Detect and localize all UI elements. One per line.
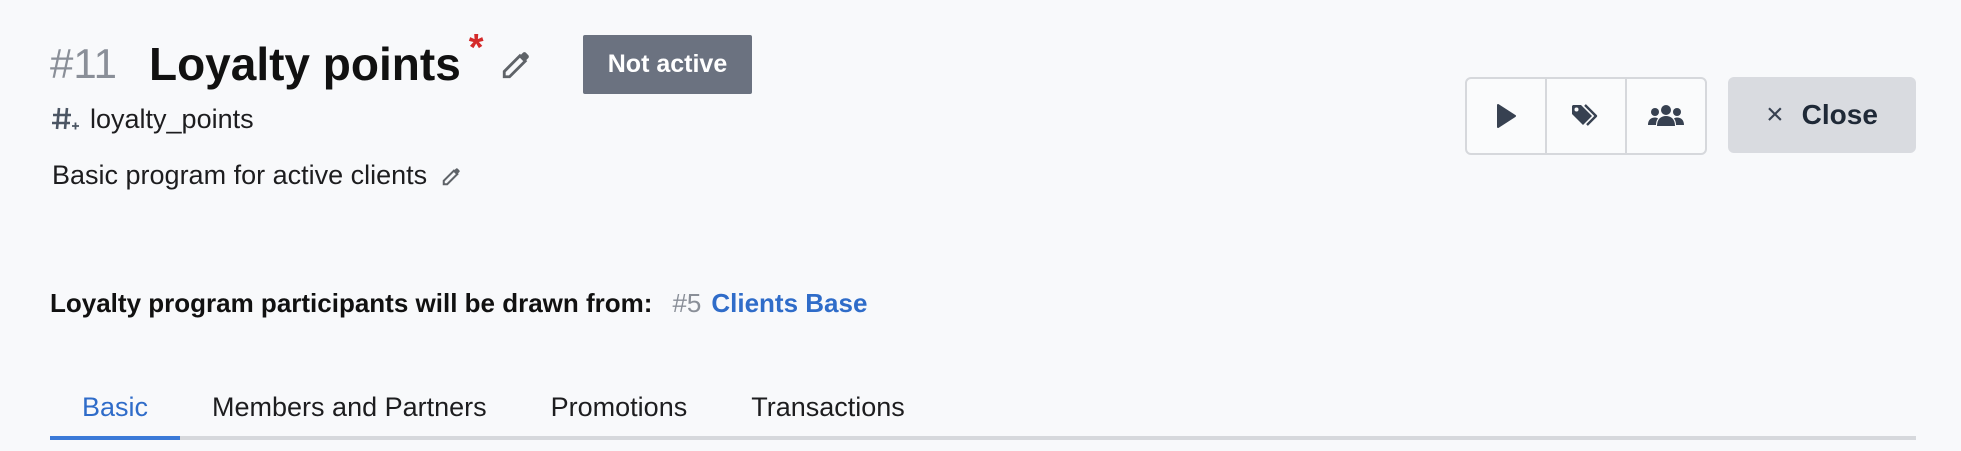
edit-title-pencil-icon[interactable] [500, 47, 534, 81]
program-description: Basic program for active clients [52, 160, 428, 190]
promotions-button[interactable] [1545, 79, 1625, 153]
members-button[interactable] [1625, 79, 1705, 153]
status-badge: Not active [583, 35, 752, 94]
tab-basic[interactable]: Basic [50, 368, 181, 440]
source-base-id: #5 [672, 288, 702, 318]
participants-source: Loyalty program participants will be dra… [50, 288, 867, 319]
participants-source-label: Loyalty program participants will be dra… [50, 288, 653, 318]
close-button[interactable]: × Close [1728, 77, 1916, 153]
hash-icon [50, 105, 80, 135]
record-id: #11 [50, 40, 117, 87]
page-title: Loyalty points [148, 38, 461, 90]
edit-description-pencil-icon[interactable] [441, 165, 463, 187]
users-icon [1648, 105, 1684, 126]
action-button-group [1465, 77, 1707, 155]
activate-button[interactable] [1467, 79, 1545, 153]
tags-icon [1572, 104, 1598, 126]
close-icon: × [1766, 98, 1784, 131]
tab-promotions[interactable]: Promotions [519, 368, 720, 436]
program-code: loyalty_points [90, 104, 254, 134]
description-row: Basic program for active clients [52, 160, 463, 191]
code-row: loyalty_points [50, 104, 254, 135]
close-button-label: Close [1801, 99, 1878, 130]
tab-members-and-partners[interactable]: Members and Partners [180, 368, 519, 436]
page-header: #11 Loyalty points * [50, 26, 534, 98]
tab-transactions[interactable]: Transactions [719, 368, 937, 436]
loyalty-program-page: #11 Loyalty points * Not active loyalty_… [0, 0, 1961, 451]
required-marker: * [468, 26, 484, 69]
tab-bar: Basic Members and Partners Promotions Tr… [50, 368, 1916, 440]
play-icon [1497, 104, 1516, 128]
source-base-link[interactable]: Clients Base [711, 288, 867, 319]
